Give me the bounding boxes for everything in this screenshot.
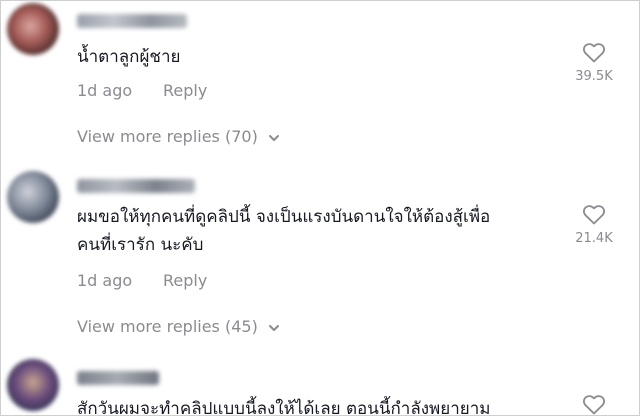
view-more-replies-button[interactable]: View more replies (45)	[77, 317, 281, 336]
chevron-down-icon	[268, 324, 279, 331]
like-control: 21.4K	[571, 203, 617, 246]
comment-text-line: คนที่เรารัก นะคับ	[77, 235, 204, 255]
username-blurred[interactable]	[77, 371, 159, 385]
comment-meta: 1d ago Reply	[77, 81, 207, 100]
chevron-down-icon	[268, 134, 279, 141]
comment-text: ผมขอให้ทุกคนที่ดูคลิปนี้ จงเป็นแรงบันดาน…	[77, 203, 490, 259]
comments-panel: น้ำตาลูกผู้ชาย 1d ago Reply 39.5K View m…	[0, 0, 640, 416]
view-more-label: View more replies (45)	[77, 317, 258, 336]
comment-text: สักวันผมจะทำคลิปแบบนี้ลงให้ได้เลย ตอนนี้…	[77, 395, 491, 416]
avatar[interactable]	[7, 359, 59, 411]
comment-meta: 1d ago Reply	[77, 271, 207, 290]
heart-outline-icon[interactable]	[582, 41, 606, 63]
comment-text-line: ผมขอให้ทุกคนที่ดูคลิปนี้ จงเป็นแรงบันดาน…	[77, 207, 491, 227]
view-more-replies-button[interactable]: View more replies (70)	[77, 127, 281, 146]
comment-time: 1d ago	[77, 271, 133, 290]
username-blurred[interactable]	[77, 179, 195, 193]
like-count: 21.4K	[575, 231, 613, 246]
avatar[interactable]	[7, 171, 59, 223]
like-count: 39.5K	[575, 69, 613, 84]
like-control	[571, 393, 617, 415]
avatar[interactable]	[7, 3, 59, 55]
comment-text-line: สักวันผมจะทำคลิปแบบนี้ลงให้ได้เลย ตอนนี้…	[77, 399, 491, 416]
comment-time: 1d ago	[77, 81, 133, 100]
view-more-label: View more replies (70)	[77, 127, 258, 146]
username-blurred[interactable]	[77, 14, 187, 28]
comment-text: น้ำตาลูกผู้ชาย	[77, 43, 180, 71]
heart-outline-icon[interactable]	[582, 203, 606, 225]
reply-button[interactable]: Reply	[163, 81, 207, 100]
like-control: 39.5K	[571, 41, 617, 84]
comment-text-line: น้ำตาลูกผู้ชาย	[77, 47, 181, 67]
heart-outline-icon[interactable]	[582, 393, 606, 415]
reply-button[interactable]: Reply	[163, 271, 207, 290]
